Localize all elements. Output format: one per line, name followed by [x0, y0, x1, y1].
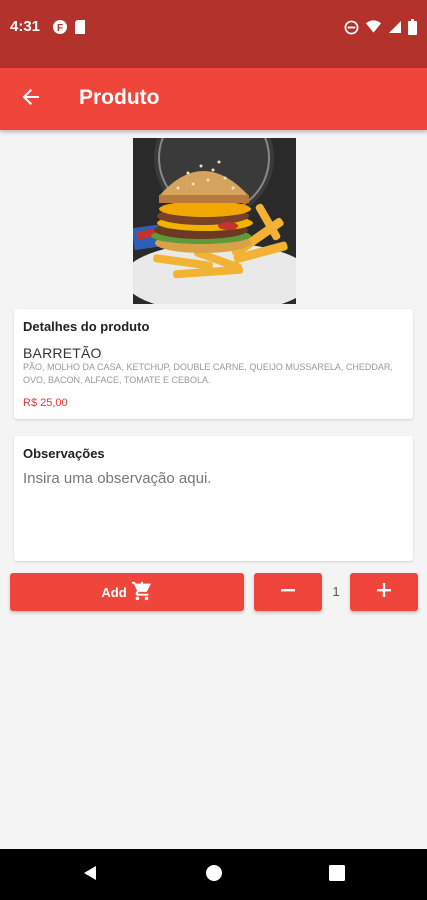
plus-icon — [376, 582, 392, 603]
app-bar: Produto — [0, 68, 427, 130]
arrow-back-icon — [21, 87, 41, 112]
nav-back-icon — [81, 864, 99, 887]
status-left-icons: F — [52, 19, 86, 40]
sim-card-icon — [74, 19, 86, 40]
wifi-icon — [365, 20, 382, 39]
increase-quantity-button[interactable] — [350, 573, 418, 611]
back-button[interactable] — [16, 85, 46, 113]
page-title: Produto — [79, 86, 160, 109]
product-details-card: Detalhes do produto BARRETÃO PÃO, MOLHO … — [14, 309, 413, 419]
status-time: 4:31 — [10, 18, 41, 35]
do-not-disturb-icon — [344, 20, 359, 40]
add-button-label: Add — [101, 584, 127, 600]
cart-add-icon — [131, 580, 153, 605]
observations-card: Observações — [14, 436, 413, 561]
nav-home-icon — [205, 864, 223, 887]
product-description: PÃO, MOLHO DA CASA, KETCHUP, DOUBLE CARN… — [23, 362, 393, 385]
product-image — [133, 138, 296, 304]
status-bar: 4:31 F — [0, 0, 427, 68]
minus-icon — [280, 582, 296, 603]
add-to-cart-button[interactable]: Add — [10, 573, 244, 611]
observations-input[interactable] — [23, 470, 403, 550]
details-heading: Detalhes do produto — [23, 319, 150, 334]
product-price: R$ 25,00 — [23, 397, 68, 409]
nav-home-button[interactable] — [201, 862, 227, 888]
svg-text:F: F — [57, 23, 63, 34]
product-name: BARRETÃO — [23, 345, 102, 361]
app-notification-icon: F — [52, 19, 68, 40]
decrease-quantity-button[interactable] — [254, 573, 322, 611]
battery-icon — [408, 19, 417, 40]
system-nav-bar — [0, 849, 427, 900]
nav-recents-button[interactable] — [324, 862, 350, 888]
quantity-value: 1 — [332, 584, 340, 599]
observations-heading: Observações — [23, 446, 105, 461]
nav-back-button[interactable] — [77, 862, 103, 888]
status-right-icons — [344, 19, 417, 40]
cell-signal-icon — [388, 20, 402, 39]
nav-recents-icon — [329, 864, 345, 886]
